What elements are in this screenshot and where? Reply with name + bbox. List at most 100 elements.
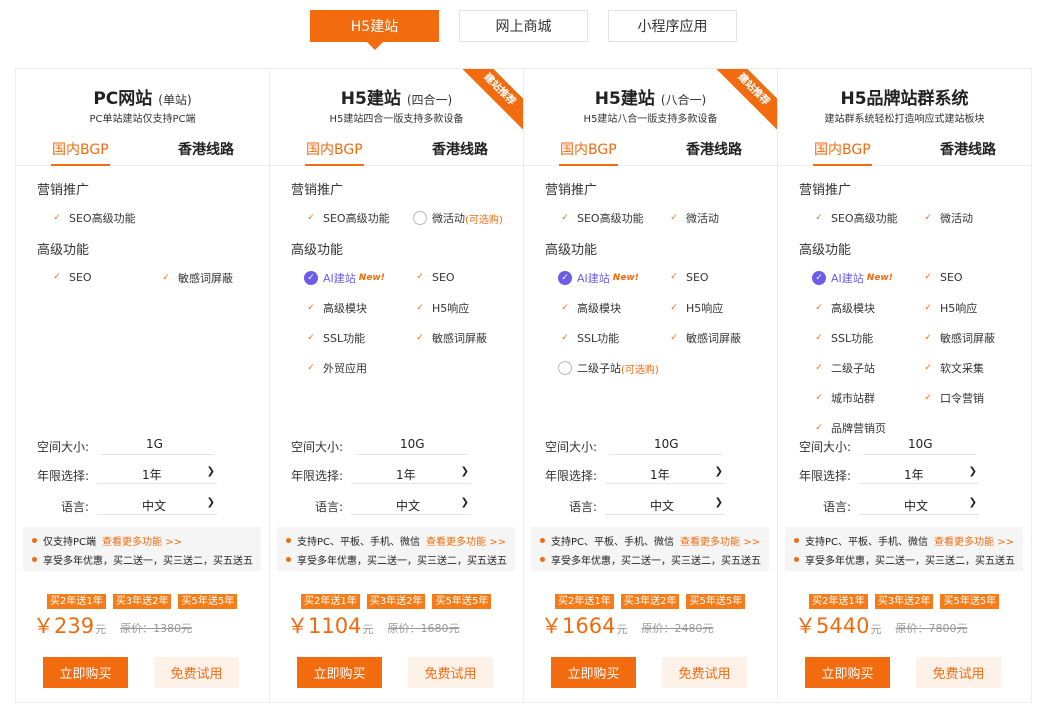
check-icon: ✓ xyxy=(307,213,315,223)
check-icon: ✓ xyxy=(924,272,932,282)
badge-3y: 买3年送2年 xyxy=(112,594,172,609)
line-tabs: 国内BGP 香港线路 xyxy=(16,138,269,166)
unchecked-circle-icon[interactable]: ✓ xyxy=(413,211,427,225)
tab-line-hk[interactable]: 香港线路 xyxy=(686,138,742,166)
language-select[interactable]: 中文 ❯ xyxy=(97,497,217,515)
tab-line-hk[interactable]: 香港线路 xyxy=(178,138,234,166)
pricing-cards: PC网站 (单站) PC单站建站仅支持PC端 国内BGP 香港线路 营销推广 ✓ SEO… xyxy=(15,68,1032,703)
free-trial-button[interactable]: 免费试用 xyxy=(916,657,1001,688)
feature-item: ✓ 品牌营销页 xyxy=(812,420,886,436)
free-trial-button[interactable]: 免费试用 xyxy=(154,657,239,688)
optional-tag: (可选购) xyxy=(621,364,659,376)
check-icon: ✓ xyxy=(815,303,823,313)
space-label: 空间大小: xyxy=(545,440,598,454)
card-subtitle: (单站) xyxy=(158,93,192,107)
check-icon: ✓ xyxy=(670,213,678,223)
section-advanced: 高级功能 xyxy=(545,243,598,258)
pricing-card: H5建站 (四合一) H5建站四合一版支持多款设备 建站推荐 国内BGP 香港线路 营… xyxy=(269,68,524,703)
years-select[interactable]: 1年 ❯ xyxy=(605,466,725,484)
check-icon: ✓ xyxy=(416,333,424,343)
years-select[interactable]: 1年 ❯ xyxy=(97,466,217,484)
more-features-link[interactable]: 查看更多功能 >> xyxy=(934,533,1014,548)
more-features-link[interactable]: 查看更多功能 >> xyxy=(426,533,506,548)
tab-h5[interactable]: H5建站 xyxy=(310,10,439,50)
more-features-link[interactable]: 查看更多功能 >> xyxy=(102,533,182,548)
section-advanced: 高级功能 xyxy=(37,243,90,258)
feature-item: ✓ SSL功能 xyxy=(558,330,619,346)
chevron-down-icon: ❯ xyxy=(206,466,215,477)
space-label: 空间大小: xyxy=(37,440,90,454)
tab-shop[interactable]: 网上商城 xyxy=(459,10,588,42)
check-icon: ✓ xyxy=(815,363,823,373)
info-box: 支持PC、平板、手机、微信 查看更多功能 >> 享受多年优惠，买二送一，买三送二，… xyxy=(531,527,769,571)
tab-line-bgp[interactable]: 国内BGP xyxy=(51,138,110,166)
feature-item: ✓ SSL功能 xyxy=(304,330,365,346)
language-select[interactable]: 中文 ❯ xyxy=(859,497,979,515)
feature-item: ✓ SEO xyxy=(50,270,91,284)
bullet-icon xyxy=(540,557,545,562)
feature-item: ✓ SEO高级功能 xyxy=(50,210,135,226)
price-unit: 元 xyxy=(870,623,882,636)
currency-symbol: ￥ xyxy=(795,614,816,638)
badge-3y: 买3年送2年 xyxy=(874,594,934,609)
feature-item: ✓ SEO高级功能 xyxy=(304,210,389,226)
card-subtitle: (四合一) xyxy=(406,93,453,107)
card-description: H5建站四合一版支持多款设备 xyxy=(329,114,464,125)
ai-check-icon: ✓ xyxy=(558,271,572,285)
feature-item: ✓ 外贸应用 xyxy=(304,360,367,376)
tab-line-bgp[interactable]: 国内BGP xyxy=(305,138,364,166)
check-icon: ✓ xyxy=(815,213,823,223)
unchecked-circle-icon[interactable]: ✓ xyxy=(558,361,572,375)
years-select[interactable]: 1年 ❯ xyxy=(351,466,471,484)
more-features-link[interactable]: 查看更多功能 >> xyxy=(680,533,760,548)
feature-item: ✓ SSL功能 xyxy=(812,330,873,346)
ai-check-icon: ✓ xyxy=(812,271,826,285)
language-select[interactable]: 中文 ❯ xyxy=(605,497,725,515)
free-trial-button[interactable]: 免费试用 xyxy=(408,657,493,688)
feature-item: ✓二级子站(可选购) xyxy=(558,360,659,376)
free-trial-button[interactable]: 免费试用 xyxy=(662,657,747,688)
promo-badges: 买2年送1年 买3年送2年 买5年送5年 xyxy=(47,594,238,609)
buy-now-button[interactable]: 立即购买 xyxy=(805,657,890,688)
new-tag: New! xyxy=(612,273,639,283)
feature-item: ✓ H5响应 xyxy=(921,300,977,316)
chevron-down-icon: ❯ xyxy=(460,466,469,477)
feature-item: ✓ AI建站 New! xyxy=(304,270,385,286)
chevron-down-icon: ❯ xyxy=(968,466,977,477)
card-description: H5建站八合一版支持多款设备 xyxy=(583,114,718,125)
currency-symbol: ￥ xyxy=(287,614,308,638)
promo-badges: 买2年送1年 买3年送2年 买5年送5年 xyxy=(809,594,1000,609)
buy-now-button[interactable]: 立即购买 xyxy=(551,657,636,688)
feature-item: ✓ 敏感词屏蔽 xyxy=(667,330,741,346)
promo-text: 享受多年优惠，买二送一，买三送二，买五送五 xyxy=(43,556,253,567)
original-price: 原价：1680元 xyxy=(387,622,460,635)
check-icon: ✓ xyxy=(924,333,932,343)
check-icon: ✓ xyxy=(815,333,823,343)
feature-item: ✓ SEO xyxy=(413,270,454,284)
tab-miniprogram[interactable]: 小程序应用 xyxy=(608,10,737,42)
buy-now-button[interactable]: 立即购买 xyxy=(297,657,382,688)
card-description: 建站群系统轻松打造响应式建站板块 xyxy=(824,114,985,125)
tab-line-bgp[interactable]: 国内BGP xyxy=(559,138,618,166)
feature-item: ✓ SEO高级功能 xyxy=(812,210,897,226)
check-icon: ✓ xyxy=(561,303,569,313)
tab-line-hk[interactable]: 香港线路 xyxy=(432,138,488,166)
feature-item: ✓ AI建站 New! xyxy=(812,270,893,286)
buy-now-button[interactable]: 立即购买 xyxy=(43,657,128,688)
years-select[interactable]: 1年 ❯ xyxy=(859,466,979,484)
language-select[interactable]: 中文 ❯ xyxy=(351,497,471,515)
bullet-icon xyxy=(540,538,545,543)
line-tabs: 国内BGP 香港线路 xyxy=(270,138,523,166)
space-value: 10G xyxy=(355,437,468,455)
pricing-card: H5品牌站群系统 建站群系统轻松打造响应式建站板块 国内BGP 香港线路 营销推广… xyxy=(777,68,1032,703)
feature-item: ✓ SEO xyxy=(921,270,962,284)
feature-item: ✓ 二级子站 xyxy=(812,360,875,376)
check-icon: ✓ xyxy=(815,423,823,433)
space-label: 空间大小: xyxy=(291,440,344,454)
tab-line-bgp[interactable]: 国内BGP xyxy=(813,138,872,166)
price: ￥1104元 xyxy=(287,614,374,638)
tab-line-hk[interactable]: 香港线路 xyxy=(940,138,996,166)
language-label: 语言: xyxy=(315,500,344,514)
badge-5y: 买5年送5年 xyxy=(686,594,746,609)
check-icon: ✓ xyxy=(924,213,932,223)
